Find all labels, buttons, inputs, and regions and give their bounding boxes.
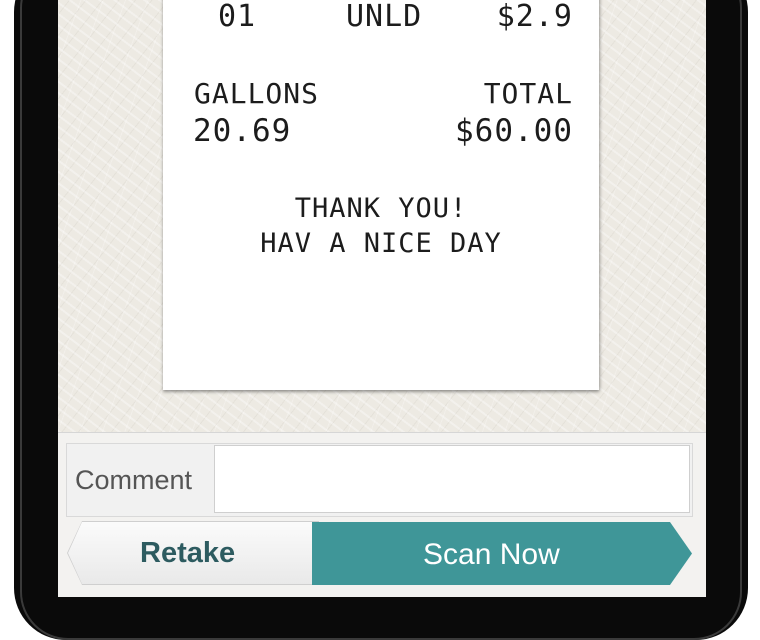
receipt-fuel-grade: UNLD (346, 0, 423, 34)
receipt-thank-you: THANK YOU! (294, 193, 468, 224)
retake-button-label: Retake (140, 537, 236, 569)
preview-divider (58, 432, 706, 433)
scan-now-button[interactable]: Scan Now (312, 522, 692, 585)
retake-button[interactable]: Retake (68, 522, 318, 584)
receipt-total-label: TOTAL (483, 77, 573, 110)
comment-input[interactable] (214, 445, 690, 513)
scan-now-button-label: Scan Now (423, 538, 560, 571)
comment-row: Comment (66, 443, 693, 517)
receipt-paper: 01 UNLD $2.9 GALLONS TOTAL 20.69 $60.00 … (163, 0, 599, 390)
receipt-total-value: $60.00 (455, 113, 573, 149)
receipt-price-per-gallon: $2.9 (496, 0, 573, 34)
receipt-gallons-label: GALLONS (194, 77, 320, 110)
receipt-nice-day: HAV A NICE DAY (260, 228, 502, 259)
receipt-photo-preview: 01 UNLD $2.9 GALLONS TOTAL 20.69 $60.00 … (58, 0, 706, 432)
receipt-gallons-value: 20.69 (193, 113, 292, 149)
receipt-pump-number: 01 (218, 0, 257, 34)
comment-label: Comment (75, 465, 193, 495)
app-screen: 01 UNLD $2.9 GALLONS TOTAL 20.69 $60.00 … (58, 0, 706, 597)
